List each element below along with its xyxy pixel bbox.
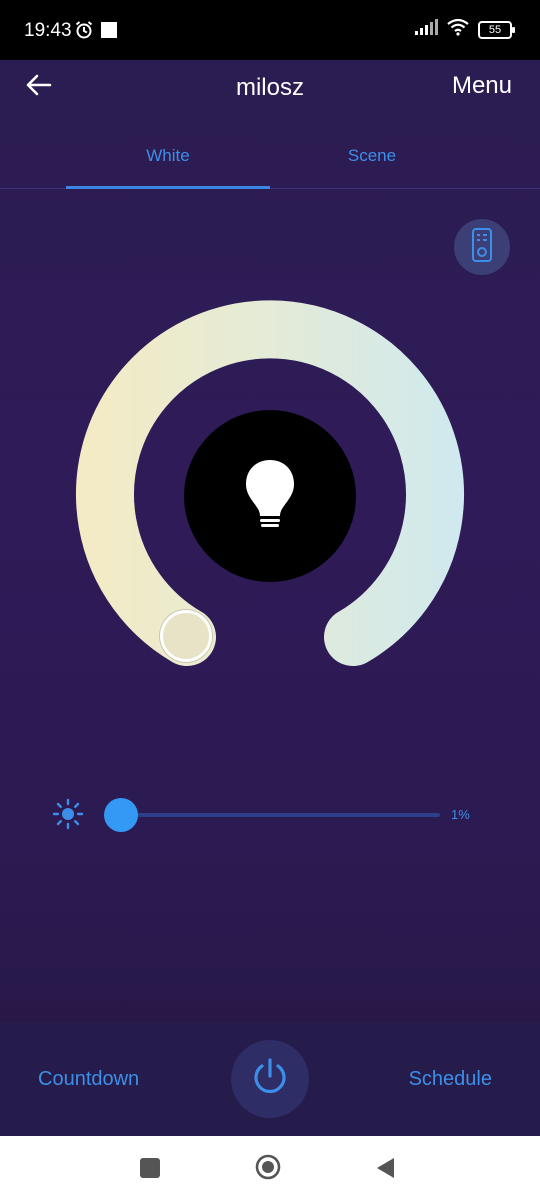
tab-indicator <box>66 186 270 189</box>
app-bar: milosz Menu <box>0 60 540 116</box>
alarm-icon <box>74 20 94 45</box>
status-bar: 19:43 55 <box>0 0 540 60</box>
light-bulb-icon <box>244 458 296 535</box>
power-icon <box>250 1057 290 1102</box>
brightness-slider-thumb[interactable] <box>104 798 139 832</box>
wifi-icon <box>446 18 470 41</box>
menu-button[interactable]: Menu <box>452 72 512 100</box>
sun-icon <box>52 798 84 830</box>
schedule-button[interactable]: Schedule <box>409 1068 492 1091</box>
power-button[interactable] <box>231 1040 309 1118</box>
square-notification-icon <box>100 21 118 44</box>
remote-control-button[interactable] <box>454 219 510 275</box>
countdown-button[interactable]: Countdown <box>38 1068 139 1091</box>
back-triangle-icon[interactable] <box>374 1156 396 1180</box>
color-temperature-knob[interactable] <box>160 610 212 662</box>
bulb-button[interactable] <box>184 410 356 582</box>
remote-control-icon <box>471 227 493 267</box>
tab-bar: White Scene <box>0 130 540 189</box>
battery-icon: 55 <box>478 20 515 39</box>
brightness-slider-track[interactable] <box>118 813 440 817</box>
system-navigation-bar <box>0 1136 540 1200</box>
tab-white[interactable]: White <box>66 146 270 166</box>
status-time: 19:43 <box>24 20 72 41</box>
tab-scene[interactable]: Scene <box>270 146 474 166</box>
brightness-control: 1% <box>0 790 540 840</box>
recent-apps-icon[interactable] <box>140 1158 160 1178</box>
signal-icon <box>414 19 438 40</box>
home-icon[interactable] <box>255 1154 281 1180</box>
bottom-bar: Countdown Schedule <box>0 1022 540 1136</box>
brightness-value: 1% <box>451 807 470 822</box>
